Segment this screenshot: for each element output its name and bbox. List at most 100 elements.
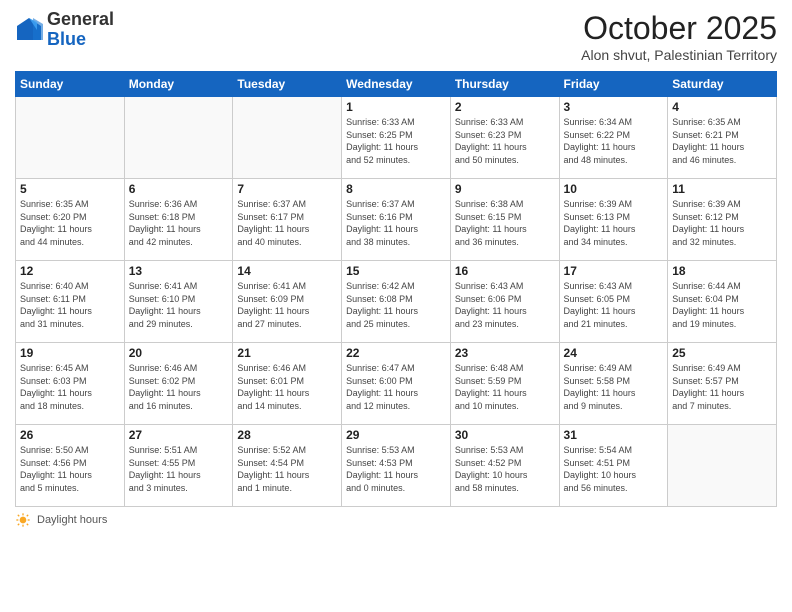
logo-blue-text: Blue — [47, 29, 86, 49]
calendar-cell: 7 Sunrise: 6:37 AM Sunset: 6:17 PM Daylig… — [233, 179, 342, 261]
day-info: Sunrise: 6:33 AM Sunset: 6:23 PM Dayligh… — [455, 116, 555, 166]
weekday-header-sunday: Sunday — [16, 72, 125, 97]
day-info: Sunrise: 6:33 AM Sunset: 6:25 PM Dayligh… — [346, 116, 446, 166]
day-number: 23 — [455, 346, 555, 360]
daylight-label: Daylight hours — [37, 514, 107, 526]
day-info: Sunrise: 6:37 AM Sunset: 6:16 PM Dayligh… — [346, 198, 446, 248]
calendar-cell: 9Sunrise: 6:38 AM Sunset: 6:15 PM Daylig… — [450, 179, 559, 261]
day-number: 3 — [564, 100, 664, 114]
day-info: Sunrise: 6:49 AM Sunset: 5:58 PM Dayligh… — [564, 362, 664, 412]
day-info: Sunrise: 6:43 AM Sunset: 6:05 PM Dayligh… — [564, 280, 664, 330]
day-info: Sunrise: 6:41 AM Sunset: 6:10 PM Dayligh… — [129, 280, 229, 330]
day-number: 16 — [455, 264, 555, 278]
month-title: October 2025 — [581, 10, 777, 47]
day-number: 30 — [455, 428, 555, 442]
day-info: Sunrise: 5:54 AM Sunset: 4:51 PM Dayligh… — [564, 444, 664, 494]
calendar-cell — [233, 97, 342, 179]
logo: General Blue — [15, 10, 114, 50]
location: Alon shvut, Palestinian Territory — [581, 47, 777, 63]
weekday-header-thursday: Thursday — [450, 72, 559, 97]
calendar-cell: 1 Sunrise: 6:33 AM Sunset: 6:25 PM Daylig… — [342, 97, 451, 179]
weekday-header-row: SundayMondayTuesdayWednesdayThursdayFrid… — [16, 72, 777, 97]
calendar-cell: 18 Sunrise: 6:44 AM Sunset: 6:04 PM Dayli… — [668, 261, 777, 343]
day-number: 4 — [672, 100, 772, 114]
calendar-cell: 11 Sunrise: 6:39 AM Sunset: 6:12 PM Dayli… — [668, 179, 777, 261]
calendar-cell: 19Sunrise: 6:45 AM Sunset: 6:03 PM Dayli… — [16, 343, 125, 425]
day-info: Sunrise: 6:35 AM Sunset: 6:21 PM Dayligh… — [672, 116, 772, 166]
calendar-cell: 17Sunrise: 6:43 AM Sunset: 6:05 PM Dayli… — [559, 261, 668, 343]
day-number: 24 — [564, 346, 664, 360]
day-info: Sunrise: 6:48 AM Sunset: 5:59 PM Dayligh… — [455, 362, 555, 412]
day-info: Sunrise: 6:37 AM Sunset: 6:17 PM Dayligh… — [237, 198, 337, 248]
day-number: 15 — [346, 264, 446, 278]
calendar-cell: 4 Sunrise: 6:35 AM Sunset: 6:21 PM Daylig… — [668, 97, 777, 179]
calendar-cell: 31 Sunrise: 5:54 AM Sunset: 4:51 PM Dayli… — [559, 425, 668, 507]
calendar-cell: 12 Sunrise: 6:40 AM Sunset: 6:11 PM Dayli… — [16, 261, 125, 343]
calendar-cell: 14Sunrise: 6:41 AM Sunset: 6:09 PM Dayli… — [233, 261, 342, 343]
day-info: Sunrise: 6:49 AM Sunset: 5:57 PM Dayligh… — [672, 362, 772, 412]
calendar-cell — [124, 97, 233, 179]
calendar-cell: 6Sunrise: 6:36 AM Sunset: 6:18 PM Daylig… — [124, 179, 233, 261]
day-number: 1 — [346, 100, 446, 114]
calendar-cell: 13 Sunrise: 6:41 AM Sunset: 6:10 PM Dayli… — [124, 261, 233, 343]
day-number: 25 — [672, 346, 772, 360]
weekday-header-tuesday: Tuesday — [233, 72, 342, 97]
day-number: 18 — [672, 264, 772, 278]
footer: Daylight hours — [15, 512, 777, 528]
calendar-cell: 16 Sunrise: 6:43 AM Sunset: 6:06 PM Dayli… — [450, 261, 559, 343]
calendar-cell: 30 Sunrise: 5:53 AM Sunset: 4:52 PM Dayli… — [450, 425, 559, 507]
day-info: Sunrise: 6:44 AM Sunset: 6:04 PM Dayligh… — [672, 280, 772, 330]
day-info: Sunrise: 6:39 AM Sunset: 6:12 PM Dayligh… — [672, 198, 772, 248]
calendar-week-2: 5 Sunrise: 6:35 AM Sunset: 6:20 PM Daylig… — [16, 179, 777, 261]
calendar-table: SundayMondayTuesdayWednesdayThursdayFrid… — [15, 71, 777, 507]
calendar-cell — [668, 425, 777, 507]
day-info: Sunrise: 5:53 AM Sunset: 4:53 PM Dayligh… — [346, 444, 446, 494]
day-info: Sunrise: 6:38 AM Sunset: 6:15 PM Dayligh… — [455, 198, 555, 248]
day-number: 5 — [20, 182, 120, 196]
day-info: Sunrise: 5:52 AM Sunset: 4:54 PM Dayligh… — [237, 444, 337, 494]
calendar-cell — [16, 97, 125, 179]
calendar-cell: 8 Sunrise: 6:37 AM Sunset: 6:16 PM Daylig… — [342, 179, 451, 261]
day-number: 7 — [237, 182, 337, 196]
day-number: 12 — [20, 264, 120, 278]
calendar-cell: 5 Sunrise: 6:35 AM Sunset: 6:20 PM Daylig… — [16, 179, 125, 261]
sun-icon — [15, 512, 31, 528]
day-info: Sunrise: 6:40 AM Sunset: 6:11 PM Dayligh… — [20, 280, 120, 330]
calendar-week-4: 19Sunrise: 6:45 AM Sunset: 6:03 PM Dayli… — [16, 343, 777, 425]
calendar-cell: 27 Sunrise: 5:51 AM Sunset: 4:55 PM Dayli… — [124, 425, 233, 507]
day-info: Sunrise: 6:34 AM Sunset: 6:22 PM Dayligh… — [564, 116, 664, 166]
calendar-cell: 22Sunrise: 6:47 AM Sunset: 6:00 PM Dayli… — [342, 343, 451, 425]
day-number: 14 — [237, 264, 337, 278]
calendar-cell: 28 Sunrise: 5:52 AM Sunset: 4:54 PM Dayli… — [233, 425, 342, 507]
weekday-header-saturday: Saturday — [668, 72, 777, 97]
day-number: 20 — [129, 346, 229, 360]
calendar-cell: 21Sunrise: 6:46 AM Sunset: 6:01 PM Dayli… — [233, 343, 342, 425]
day-number: 28 — [237, 428, 337, 442]
day-info: Sunrise: 6:36 AM Sunset: 6:18 PM Dayligh… — [129, 198, 229, 248]
day-info: Sunrise: 6:39 AM Sunset: 6:13 PM Dayligh… — [564, 198, 664, 248]
header: General Blue October 2025 Alon shvut, Pa… — [15, 10, 777, 63]
day-info: Sunrise: 5:51 AM Sunset: 4:55 PM Dayligh… — [129, 444, 229, 494]
day-info: Sunrise: 6:42 AM Sunset: 6:08 PM Dayligh… — [346, 280, 446, 330]
day-number: 8 — [346, 182, 446, 196]
day-number: 27 — [129, 428, 229, 442]
logo-icon — [15, 16, 43, 44]
day-number: 29 — [346, 428, 446, 442]
calendar-cell: 10 Sunrise: 6:39 AM Sunset: 6:13 PM Dayli… — [559, 179, 668, 261]
logo-general-text: General — [47, 9, 114, 29]
day-info: Sunrise: 5:53 AM Sunset: 4:52 PM Dayligh… — [455, 444, 555, 494]
calendar-week-3: 12 Sunrise: 6:40 AM Sunset: 6:11 PM Dayli… — [16, 261, 777, 343]
day-info: Sunrise: 6:35 AM Sunset: 6:20 PM Dayligh… — [20, 198, 120, 248]
day-number: 10 — [564, 182, 664, 196]
day-info: Sunrise: 6:47 AM Sunset: 6:00 PM Dayligh… — [346, 362, 446, 412]
calendar-cell: 24 Sunrise: 6:49 AM Sunset: 5:58 PM Dayli… — [559, 343, 668, 425]
day-info: Sunrise: 5:50 AM Sunset: 4:56 PM Dayligh… — [20, 444, 120, 494]
day-number: 13 — [129, 264, 229, 278]
calendar-cell: 15 Sunrise: 6:42 AM Sunset: 6:08 PM Dayli… — [342, 261, 451, 343]
page: General Blue October 2025 Alon shvut, Pa… — [0, 0, 792, 612]
calendar-cell: 20Sunrise: 6:46 AM Sunset: 6:02 PM Dayli… — [124, 343, 233, 425]
day-number: 11 — [672, 182, 772, 196]
calendar-week-5: 26Sunrise: 5:50 AM Sunset: 4:56 PM Dayli… — [16, 425, 777, 507]
day-number: 31 — [564, 428, 664, 442]
day-info: Sunrise: 6:43 AM Sunset: 6:06 PM Dayligh… — [455, 280, 555, 330]
